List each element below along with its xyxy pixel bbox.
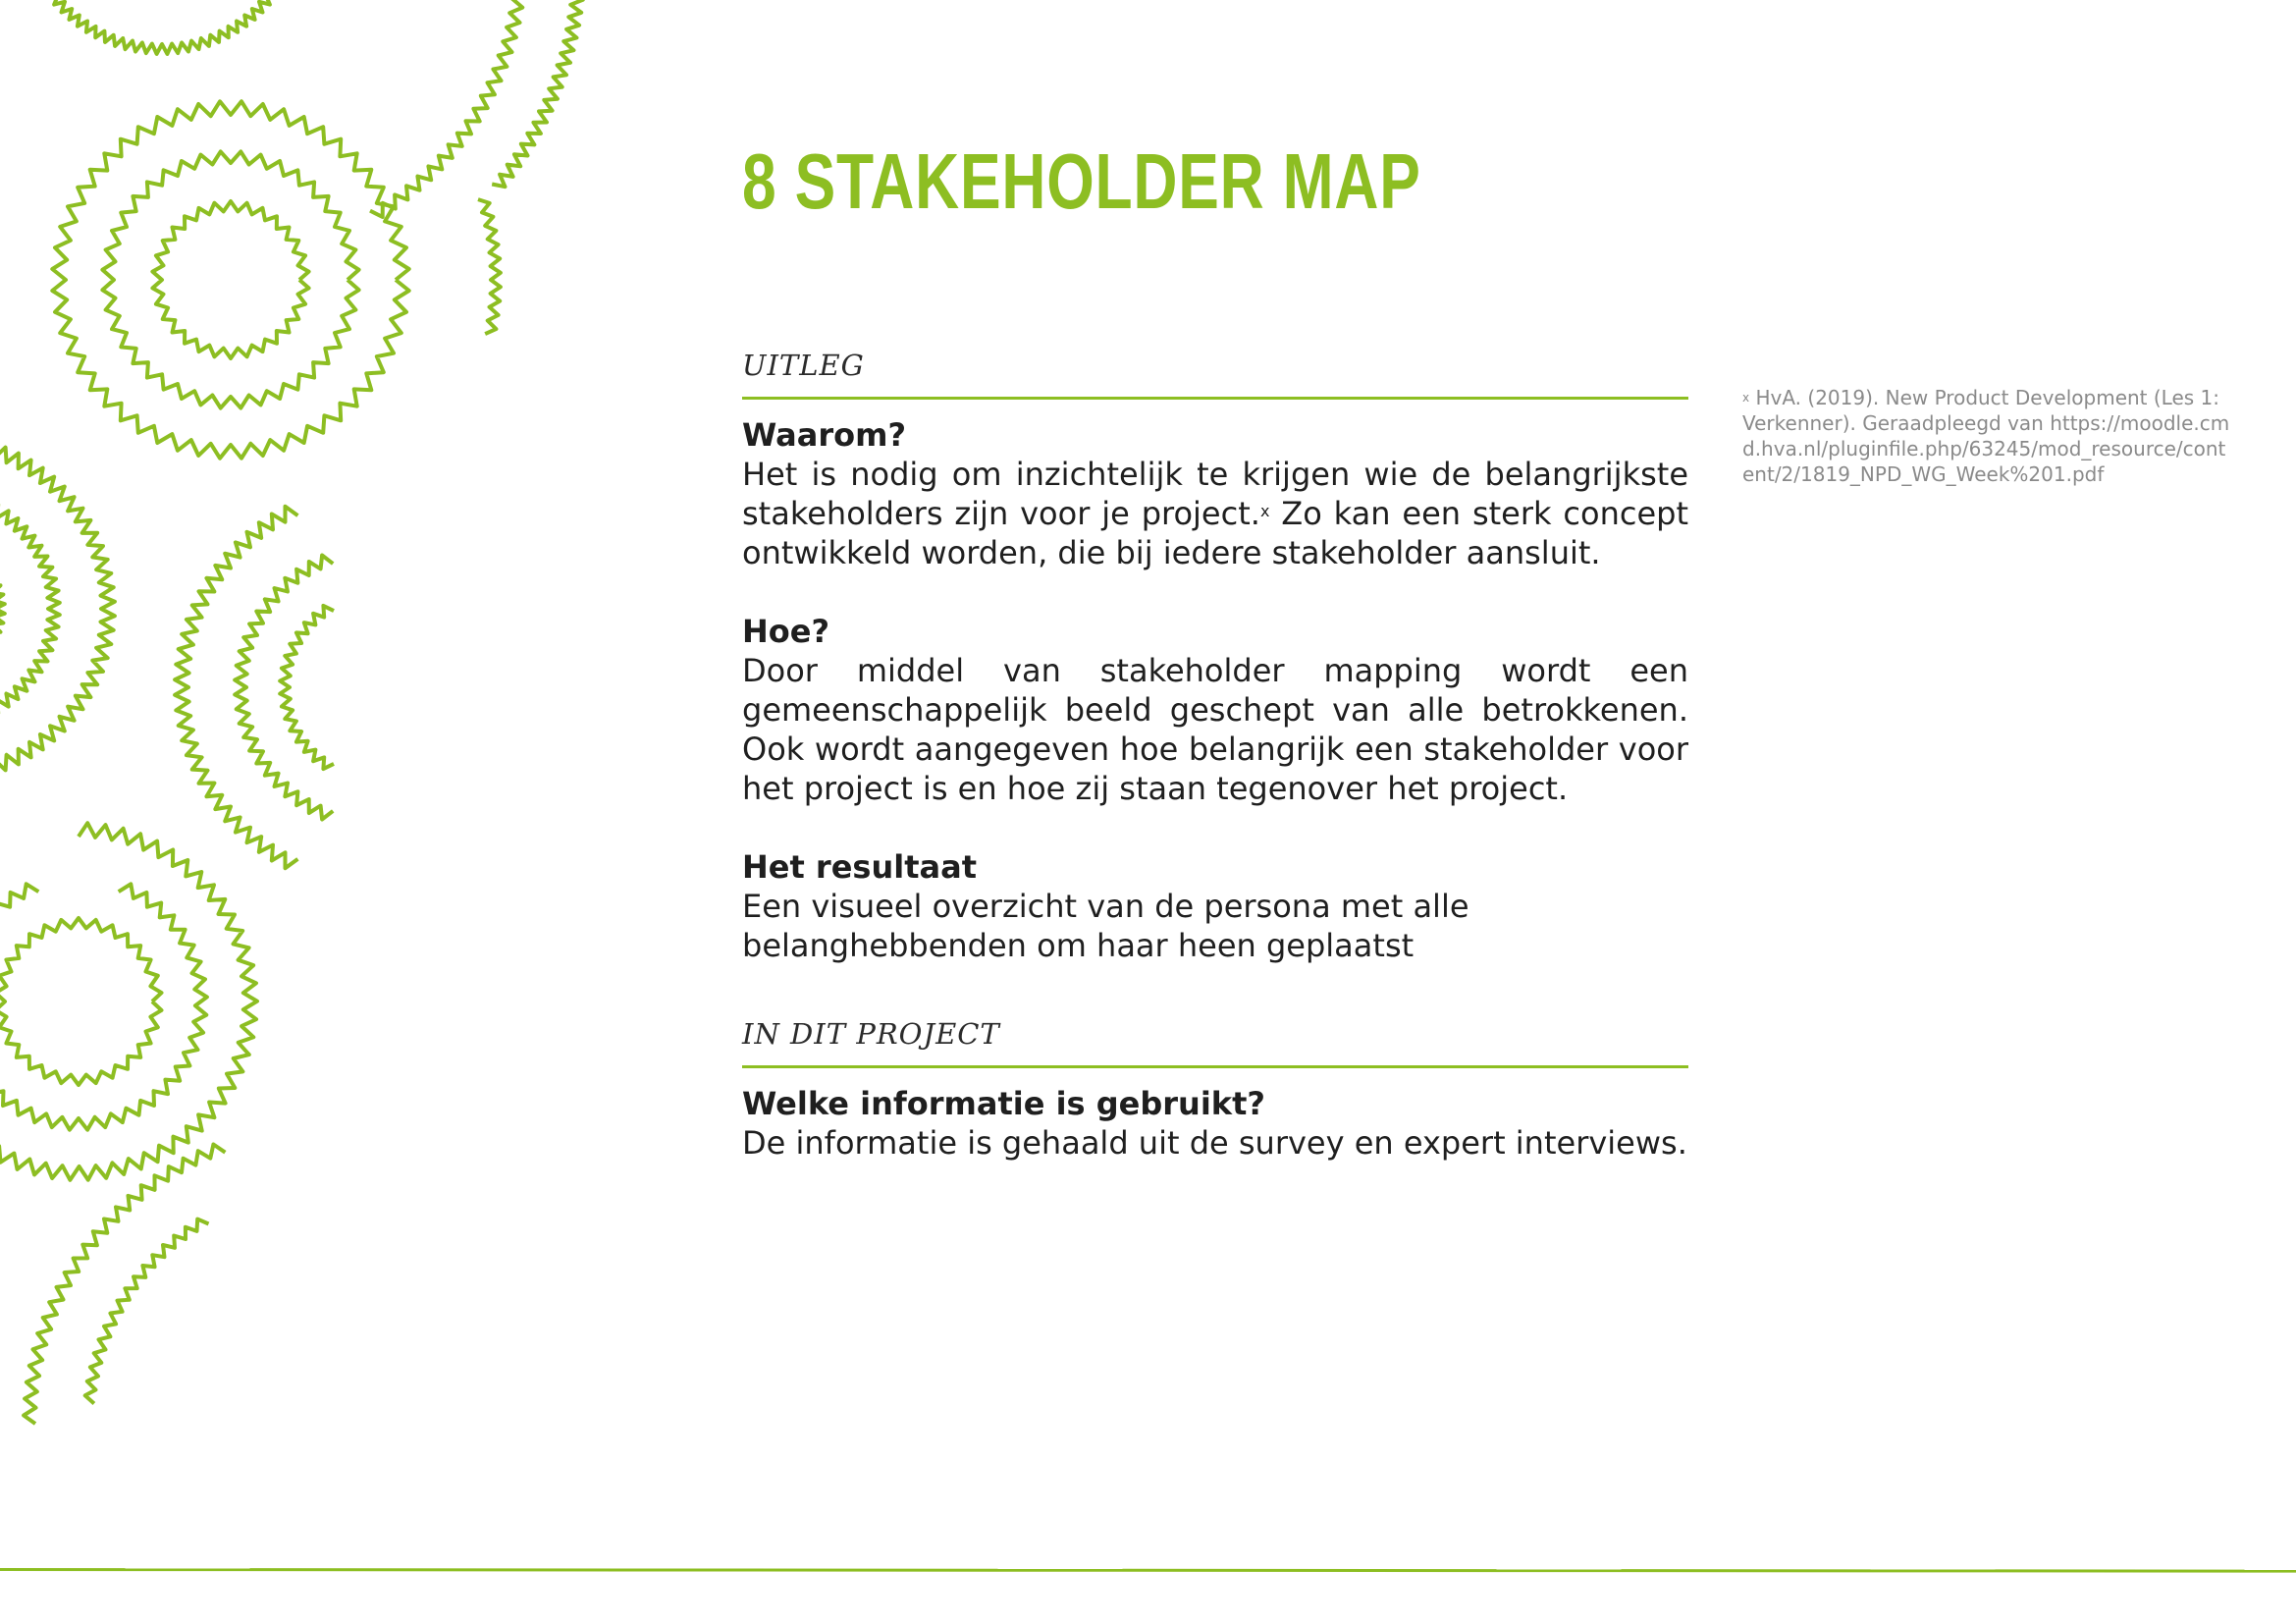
hoe-answer: Door middel van stakeholder mapping word… (742, 652, 1688, 807)
info-answer: De informatie is gehaald uit de survey e… (742, 1124, 1687, 1162)
info-block: Welke informatie is gebruikt? De informa… (742, 1084, 1688, 1163)
bottom-divider (0, 1568, 2296, 1573)
project-heading: IN DIT PROJECT (742, 1014, 1688, 1068)
footnote-marker: x (1259, 502, 1270, 520)
page-title: 8 STAKEHOLDER MAP (742, 137, 1421, 225)
waarom-block: Waarom? Het is nodig om inzichtelijk te … (742, 415, 1688, 572)
resultaat-answer: Een visueel overzicht van de persona met… (742, 888, 1469, 964)
footnote: x HvA. (2019). New Product Development (… (1742, 385, 2233, 487)
resultaat-block: Het resultaat Een visueel overzicht van … (742, 847, 1688, 965)
uitleg-section: UITLEG Waarom? Het is nodig om inzichtel… (742, 346, 1688, 965)
hoe-block: Hoe? Door middel van stakeholder mapping… (742, 612, 1688, 808)
project-section: IN DIT PROJECT Welke informatie is gebru… (742, 1014, 1688, 1163)
resultaat-question: Het resultaat (742, 848, 977, 886)
waarom-answer: Het is nodig om inzichtelijk te krijgen … (742, 455, 1688, 572)
uitleg-heading: UITLEG (742, 346, 1688, 400)
footnote-text: HvA. (2019). New Product Development (Le… (1742, 386, 2230, 486)
waarom-question: Waarom? (742, 416, 907, 454)
decorative-zigzag-circles (0, 0, 585, 1426)
hoe-question: Hoe? (742, 613, 830, 650)
info-question: Welke informatie is gebruikt? (742, 1085, 1265, 1122)
